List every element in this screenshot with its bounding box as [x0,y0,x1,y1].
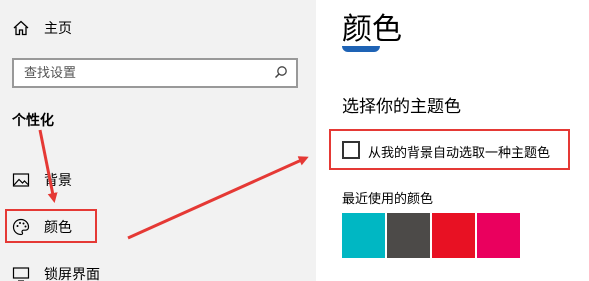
auto-accent-checkbox[interactable] [342,141,360,159]
search-icon[interactable] [274,64,288,83]
sidebar-item-label: 锁屏界面 [44,267,100,281]
recent-colors-swatches [342,213,522,258]
color-swatch[interactable] [432,213,475,258]
sidebar: 主页 个性化 背景 [0,0,316,281]
color-swatch[interactable] [342,213,385,258]
title-accent-bar [342,46,380,52]
page-title: 颜色 [342,12,402,47]
sidebar-item-label: 背景 [44,173,72,189]
choose-accent-heading: 选择你的主题色 [342,97,461,117]
monitor-icon [12,265,30,281]
auto-accent-label[interactable]: 从我的背景自动选取一种主题色 [368,142,550,161]
section-title: 个性化 [12,113,54,129]
main-panel: 颜色 选择你的主题色 从我的背景自动选取一种主题色 最近使用的颜色 [316,0,589,281]
color-swatch[interactable] [387,213,430,258]
search-input[interactable] [24,65,254,81]
recent-colors-label: 最近使用的颜色 [342,192,434,207]
home-icon [12,19,30,37]
home-label: 主页 [44,21,72,37]
home-nav-item[interactable]: 主页 [12,14,72,42]
sidebar-item-background[interactable]: 背景 [12,166,72,194]
colors-highlight-box [5,209,97,243]
picture-icon [12,171,30,189]
settings-window: 主页 个性化 背景 [0,0,589,281]
color-swatch[interactable] [477,213,520,258]
sidebar-item-lock-screen[interactable]: 锁屏界面 [12,260,100,281]
search-box[interactable] [12,58,298,88]
